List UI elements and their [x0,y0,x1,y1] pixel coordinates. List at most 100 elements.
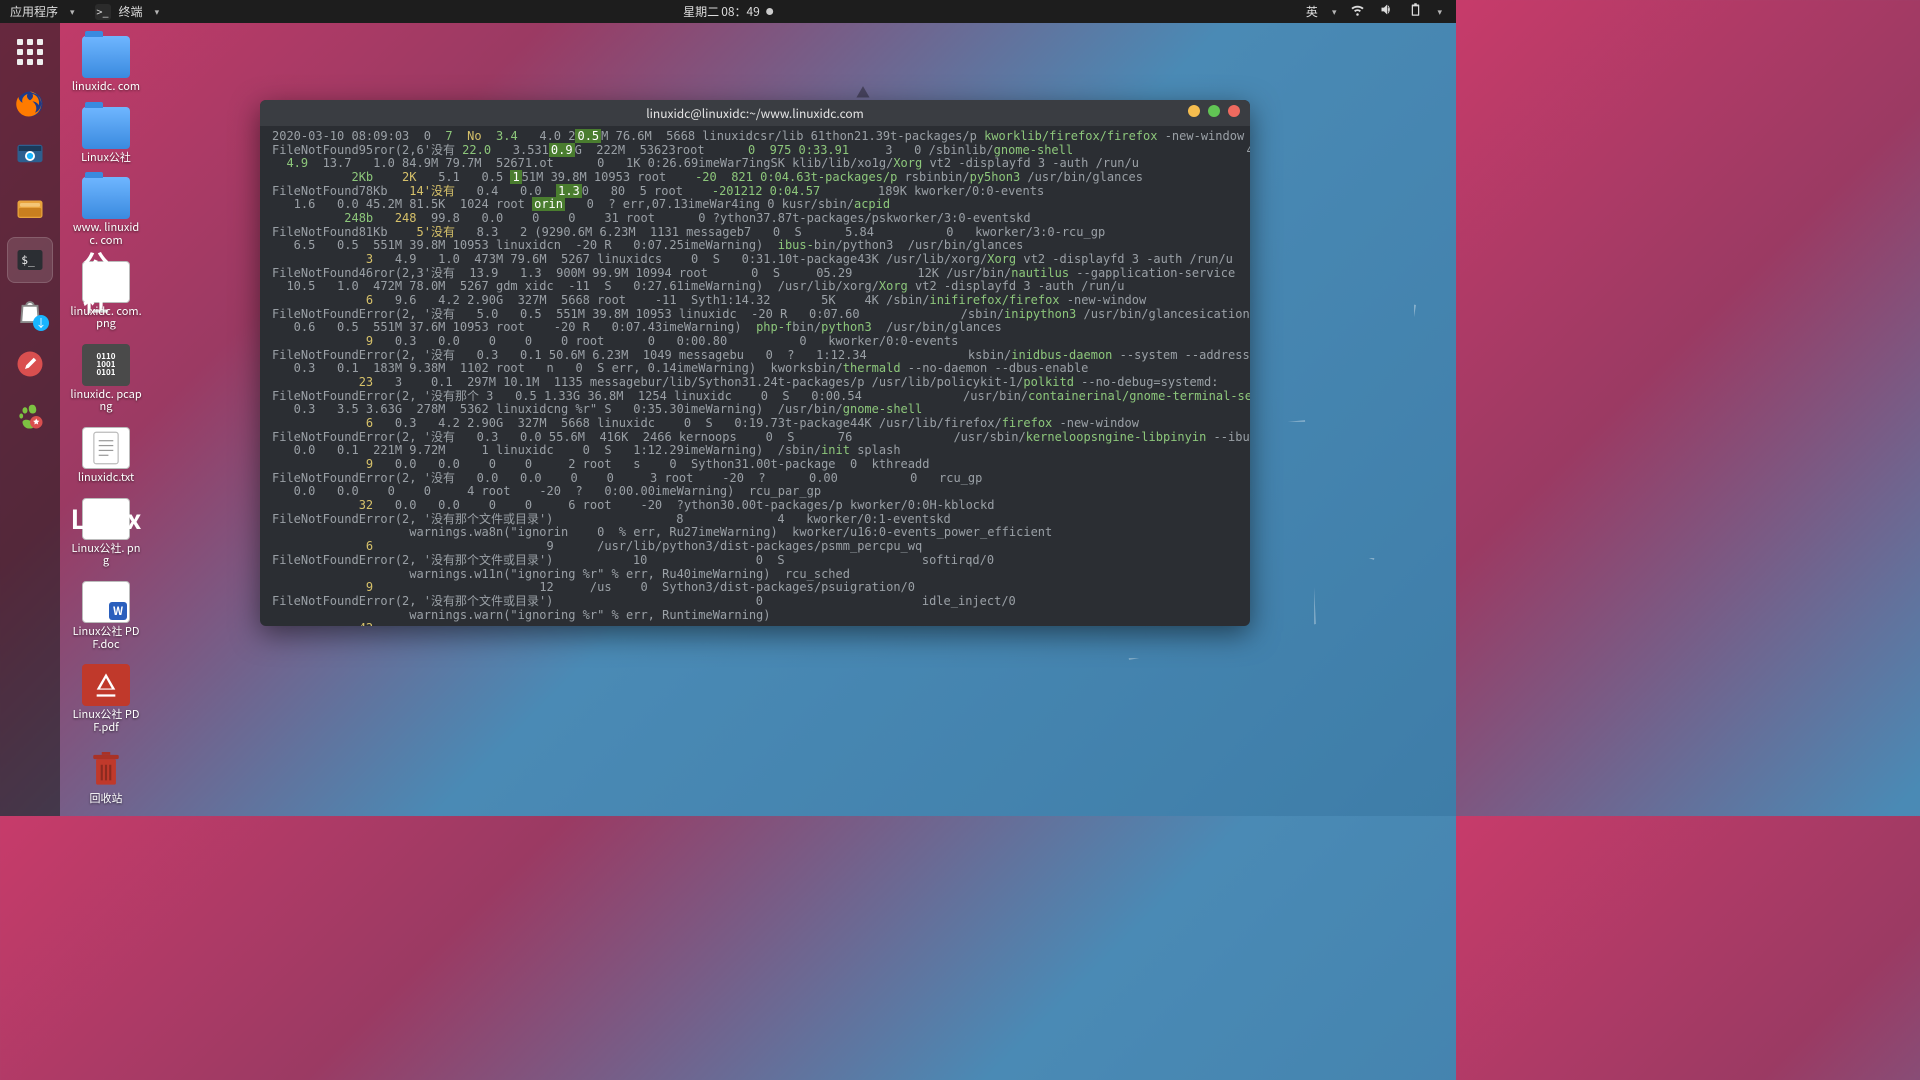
terminal-line: 6.5 0.5 551M 39.8M 10953 linuxidcn -20 R… [272,239,1238,253]
clock-time: 08：49 [721,3,760,20]
terminal-line: FileNotFoundError(2, '没有那个文件或目录') 10 0 S… [272,554,1238,568]
window-minimize-button[interactable] [1188,105,1200,117]
dock: $_ ↓ [0,23,60,816]
terminal-line: 23 3 0.1 297M 10.1M 1135 messagebur/lib/… [272,376,1238,390]
terminal-line: 9 0.0 0.0 0 0 2 root s 0 Sython31.00t-pa… [272,458,1238,472]
image-thumbnail-icon: Linux [82,498,130,540]
desktop-icon-label: Linux公社 PDF.pdf [70,708,142,733]
terminal-content[interactable]: 2020-03-10 08:09:03 0 7 No 3.4 4.0 20.5M… [260,126,1250,626]
desktop-icon-label: linuxidc. com.png [70,305,142,330]
terminal-line: 9 0.3 0.0 0 0 0 root 0 0:00.80 0 kworker… [272,335,1238,349]
volume-icon[interactable] [1379,2,1394,21]
terminal-line: warnings.wa8n("ignorin 0 % err, Ru27imeW… [272,526,1238,540]
terminal-line: 0.3 0.1 183M 9.38M 1102 root n 0 S err, … [272,362,1238,376]
terminal-indicator-icon[interactable]: >_ [95,4,111,20]
battery-icon[interactable] [1408,2,1423,21]
pencil-icon [15,349,45,379]
clock-day: 星期二 [683,3,719,20]
terminal-line: 0.0 0.0 0 0 4 root -20 ? 0:00.00imeWarni… [272,485,1238,499]
terminal-line: FileNotFoundError(2, '没有那个文件或目录') 8 4 kw… [272,513,1238,527]
terminal-line: FileNotFoundError(2, '没有 0.0 0.0 0 0 3 r… [272,472,1238,486]
input-method-indicator[interactable]: 英 [1306,3,1318,20]
terminal-line: FileNotFoundError(2, '没有那个文件或目录') 0 idle… [272,595,1238,609]
terminal-line: FileNotFoundError(2, '没有 5.0 0.5 551M 39… [272,308,1238,322]
folder-icon [82,107,130,149]
terminal-line: 0.3 3.5 3.63G 278M 5362 linuxidcng %r" S… [272,403,1238,417]
desktop-icon[interactable]: 公社linuxidc. com.png [70,261,142,330]
doc-file-icon: W [82,581,130,623]
trash-icon [82,748,130,790]
software-launcher[interactable]: ↓ [7,289,53,335]
desktop-icon[interactable]: 回收站 [70,748,142,805]
desktop-icon-label: linuxidc.txt [78,471,134,484]
files-launcher[interactable] [7,185,53,231]
desktop-icon-label: Linux公社 PDF.doc [70,625,142,650]
terminal-line: 6 9.6 4.2 2.90G 327M 5668 root -11 Syth1… [272,294,1238,308]
terminal-line: 1.6 0.0 45.2M 81.5K 1024 root orin 0 ? e… [272,198,1238,212]
terminal-line: 9 12 /us 0 Sython3/dist-packages/psuigra… [272,581,1238,595]
chevron-down-icon: ▾ [1437,5,1442,18]
active-app-label[interactable]: 终端 [115,3,147,20]
terminal-line: FileNotFoundError(2, '没有 0.3 0.0 55.6M 4… [272,431,1238,445]
clock[interactable]: 星期二 08：49 [683,3,773,20]
tweaks-launcher[interactable] [7,393,53,439]
chevron-down-icon: ▾ [151,5,164,18]
terminal-line: 0.6 0.5 551M 37.6M 10953 root -20 R 0:07… [272,321,1238,335]
firefox-launcher[interactable] [7,81,53,127]
terminal-line: 10.5 1.0 472M 78.0M 5267 gdm xidc -11 S … [272,280,1238,294]
desktop-icon[interactable]: Linux公社 PDF.pdf [70,664,142,733]
text-file-icon [82,427,130,469]
terminal-line: warnings.warn("ignoring %r" % err, Runti… [272,609,1238,623]
wifi-icon[interactable] [1350,2,1365,21]
camera-icon [15,141,45,171]
terminal-line: 3 4.9 1.0 473M 79.6M 5267 linuxidcs 0 S … [272,253,1238,267]
pdf-file-icon [82,664,130,706]
terminal-line: 0.0 0.1 221M 9.72M 1 linuxidc 0 S 1:12.2… [272,444,1238,458]
show-applications-button[interactable] [7,29,53,75]
screenshot-launcher[interactable] [7,133,53,179]
notification-dot-icon [766,8,773,15]
terminal-line: FileNotFoundError(2, '没有 0.3 0.1 50.6M 6… [272,349,1238,363]
applications-menu[interactable]: 应用程序 [6,3,62,20]
desktop-icon[interactable]: Linux公社 [70,107,142,164]
terminal-launcher[interactable]: $_ [7,237,53,283]
window-maximize-button[interactable] [1208,105,1220,117]
desktop-icon[interactable]: WLinux公社 PDF.doc [70,581,142,650]
chevron-down-icon: ▾ [1332,5,1337,18]
files-icon [15,193,45,223]
desktop-icon[interactable]: LinuxLinux公社. png [70,498,142,567]
top-panel: 应用程序 ▾ >_ 终端 ▾ 星期二 08：49 英 ▾ ▾ [0,0,1456,23]
window-close-button[interactable] [1228,105,1240,117]
desktop-icon[interactable]: linuxidc. com [70,36,142,93]
svg-text:$_: $_ [21,254,35,267]
terminal-line: 4.9 13.7 1.0 84.9M 79.7M 52671.ot 0 1K 0… [272,157,1238,171]
terminal-line: FileNotFoundError(2, '没有那个 3 0.5 1.33G 3… [272,390,1238,404]
desktop-icons: linuxidc. comLinux公社www. linuxidc. com公社… [70,36,142,804]
desktop-icon-label: linuxidc. pcapng [70,388,142,413]
text-editor-launcher[interactable] [7,341,53,387]
chevron-down-icon: ▾ [66,5,79,18]
terminal-window[interactable]: linuxidc@linuxidc:~/www.linuxidc.com 202… [260,100,1250,626]
terminal-line: 248b 248 99.8 0.0 0 0 31 root 0 ?ython37… [272,212,1238,226]
window-titlebar[interactable]: linuxidc@linuxidc:~/www.linuxidc.com [260,100,1250,126]
desktop-icon-label: linuxidc. com [72,80,140,93]
terminal-line: 32 0.0 0.0 0 0 6 root -20 ?ython30.00t-p… [272,499,1238,513]
terminal-line: 42 [272,622,1238,626]
terminal-line: FileNotFound78Kb 14'没有 0.4 0.0 1.30 80 5… [272,185,1238,199]
download-badge-icon: ↓ [33,315,49,331]
desktop-icon[interactable]: 011010010101linuxidc. pcapng [70,344,142,413]
terminal-line: 2020-03-10 08:09:03 0 7 No 3.4 4.0 20.5M… [272,130,1238,144]
desktop-icon-label: www. linuxidc. com [70,221,142,246]
image-thumbnail-icon: 公社 [82,261,130,303]
folder-icon [82,177,130,219]
desktop-icon-label: Linux公社 [81,151,131,164]
desktop-icon[interactable]: linuxidc.txt [70,427,142,484]
terminal-icon: $_ [15,245,45,275]
terminal-line: FileNotFound81Kb 5'没有 8.3 2 (9290.6M 6.2… [272,226,1238,240]
window-title: linuxidc@linuxidc:~/www.linuxidc.com [646,105,864,122]
apps-grid-icon [17,39,43,65]
desktop-icon[interactable]: www. linuxidc. com [70,177,142,246]
terminal-line: 2Kb 2K 5.1 0.5 151M 39.8M 10953 root -20… [272,171,1238,185]
terminal-line: FileNotFound46ror(2,3'没有 13.9 1.3 900M 9… [272,267,1238,281]
binary-file-icon: 011010010101 [82,344,130,386]
